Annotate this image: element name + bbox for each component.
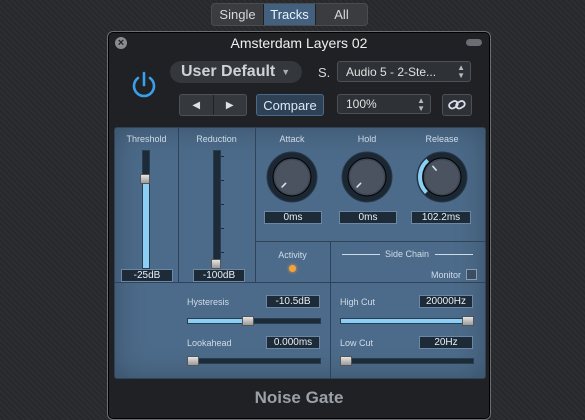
low-cut-value[interactable]: 20Hz	[419, 336, 473, 349]
preset-name: User Default	[181, 63, 276, 80]
threshold-slider-track[interactable]	[142, 150, 150, 269]
reduction-slider-track[interactable]	[213, 150, 221, 269]
lookahead-slider-track[interactable]	[187, 358, 321, 364]
chevron-down-icon: ▼	[281, 67, 291, 77]
release-knob[interactable]	[415, 150, 469, 204]
high-cut-level-fill	[341, 319, 473, 323]
hysteresis-label: Hysteresis	[187, 297, 230, 307]
activity-label: Activity	[278, 250, 307, 260]
plugin-name: Noise Gate	[254, 388, 344, 407]
attack-value[interactable]: 0ms	[264, 211, 322, 224]
low-cut-slider-thumb[interactable]	[340, 356, 352, 366]
view-single-button[interactable]: Single	[212, 4, 264, 25]
sidechain-label: S.	[318, 65, 331, 80]
view-tracks-button[interactable]: Tracks	[264, 4, 316, 25]
monitor-label: Monitor	[430, 270, 461, 280]
view-mode-control: Single Tracks All	[211, 3, 368, 26]
low-cut-label: Low Cut	[340, 338, 374, 348]
hysteresis-value[interactable]: -10.5dB	[266, 295, 320, 308]
view-all-button[interactable]: All	[316, 4, 367, 25]
gate-panel: Threshold -25dB Reduction -100dB Attack …	[114, 127, 486, 379]
hysteresis-level-fill	[188, 319, 248, 323]
hold-knob[interactable]	[340, 150, 394, 204]
threshold-label: Threshold	[126, 134, 167, 144]
hysteresis-slider-thumb[interactable]	[241, 316, 254, 326]
updown-arrows-icon: ▲ ▼	[417, 96, 425, 113]
previous-preset-button[interactable]: ◀	[180, 95, 214, 115]
attack-knob[interactable]	[265, 150, 319, 204]
hysteresis-slider-track[interactable]	[187, 318, 321, 324]
sidechain-select[interactable]: Audio 5 - 2-Ste... ▲ ▼	[337, 61, 471, 82]
sidechain-title: Side Chain	[384, 249, 430, 259]
reduction-slider-thumb[interactable]	[211, 259, 221, 269]
compare-button[interactable]: Compare	[256, 94, 324, 116]
high-cut-label: High Cut	[340, 297, 376, 307]
reduction-value[interactable]: -100dB	[193, 269, 245, 282]
window-title: Amsterdam Layers 02	[230, 35, 368, 51]
zoom-value: 100%	[346, 97, 377, 111]
lookahead-value[interactable]: 0.000ms	[266, 336, 320, 349]
high-cut-value[interactable]: 20000Hz	[419, 295, 473, 308]
title-bar[interactable]: × Amsterdam Layers 02	[108, 32, 490, 54]
release-label: Release	[425, 134, 459, 144]
hold-label: Hold	[357, 134, 377, 144]
updown-arrows-icon: ▲ ▼	[457, 63, 465, 80]
lookahead-label: Lookahead	[187, 338, 232, 348]
zoom-select[interactable]: 100% ▲ ▼	[337, 94, 431, 114]
collapse-button[interactable]	[466, 39, 482, 46]
threshold-slider-thumb[interactable]	[140, 173, 150, 184]
link-icon	[448, 100, 466, 110]
threshold-level-fill	[143, 176, 149, 268]
preset-nav: ◀ ▶	[179, 94, 247, 116]
reduction-label: Reduction	[196, 134, 237, 144]
plugin-window: × Amsterdam Layers 02 User Default ▼ S. …	[107, 31, 491, 420]
sidechain-source: Audio 5 - 2-Ste...	[346, 64, 437, 79]
activity-led	[289, 265, 296, 272]
attack-label: Attack	[279, 134, 305, 144]
link-button[interactable]	[442, 94, 472, 116]
high-cut-slider-thumb[interactable]	[462, 316, 474, 326]
hold-value[interactable]: 0ms	[339, 211, 397, 224]
next-preset-button[interactable]: ▶	[214, 95, 247, 115]
preset-menu[interactable]: User Default ▼	[170, 61, 302, 83]
high-cut-slider-track[interactable]	[340, 318, 474, 324]
release-value[interactable]: 102.2ms	[411, 211, 471, 224]
monitor-checkbox[interactable]	[466, 269, 477, 280]
power-icon[interactable]	[129, 70, 159, 100]
low-cut-slider-track[interactable]	[340, 358, 474, 364]
lookahead-slider-thumb[interactable]	[187, 356, 199, 366]
threshold-value[interactable]: -25dB	[121, 269, 173, 282]
